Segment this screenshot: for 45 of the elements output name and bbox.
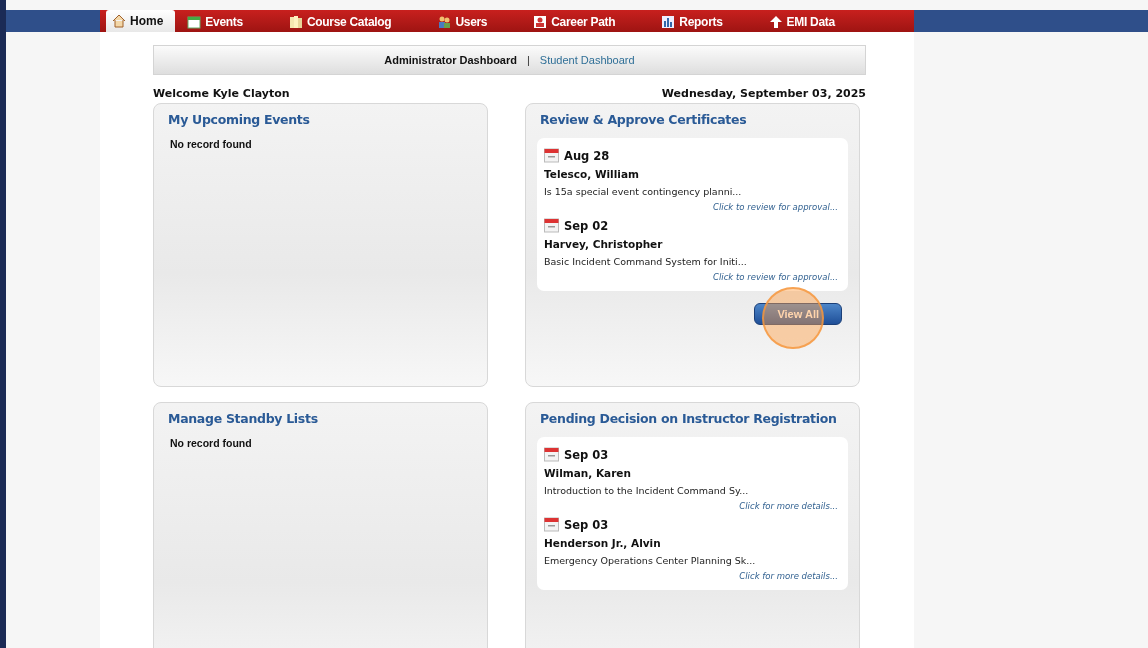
item-date: Aug 28 xyxy=(564,149,610,163)
nav-tab[interactable]: EMI Data xyxy=(762,12,847,32)
books-icon xyxy=(288,15,303,29)
nav-tab[interactable]: Users xyxy=(431,12,500,32)
panel-title: Review & Approve Certificates xyxy=(540,111,747,129)
nav-tab[interactable]: Home xyxy=(106,10,176,32)
review-link[interactable]: Click for more details... xyxy=(739,501,838,511)
panel-title: Manage Standby Lists xyxy=(168,410,318,428)
review-link[interactable]: Click to review for approval... xyxy=(713,272,838,282)
course-title: Introduction to the Incident Command Sy... xyxy=(544,485,750,496)
house-icon xyxy=(112,14,126,28)
welcome-text: Welcome Kyle Clayton xyxy=(153,87,290,100)
calendar-icon xyxy=(544,218,559,233)
person-icon xyxy=(533,15,548,29)
item-date: Sep 03 xyxy=(564,518,609,532)
course-title: Is 15a special event contingency planni... xyxy=(544,186,743,197)
calendar-icon xyxy=(187,15,202,29)
people-icon xyxy=(437,15,452,29)
person-name: Harvey, Christopher xyxy=(544,238,664,250)
course-title: Basic Incident Command System for Initi... xyxy=(544,256,748,267)
panel-title: Pending Decision on Instructor Registration xyxy=(540,410,837,428)
up-arrow-icon xyxy=(768,15,783,29)
person-name: Henderson Jr., Alvin xyxy=(544,537,662,549)
nav-tab[interactable]: Course Catalog xyxy=(282,12,404,32)
nav-tab[interactable]: Career Path xyxy=(527,12,628,32)
bar-chart-icon xyxy=(661,15,676,29)
empty-message: No record found xyxy=(170,437,253,449)
dashboard-link[interactable]: Student Dashboard xyxy=(539,54,635,66)
item-date: Sep 02 xyxy=(564,219,609,233)
item-date: Sep 03 xyxy=(564,448,609,462)
separator-text: | xyxy=(527,54,530,66)
review-link[interactable]: Click to review for approval... xyxy=(713,202,838,212)
empty-message: No record found xyxy=(170,138,253,150)
dashboard-link[interactable]: Administrator Dashboard xyxy=(384,54,517,66)
nav-tab[interactable]: Reports xyxy=(655,12,735,32)
calendar-icon xyxy=(544,148,559,163)
review-link[interactable]: Click for more details... xyxy=(739,571,838,581)
nav-tab[interactable]: Events xyxy=(181,12,255,32)
calendar-icon xyxy=(544,447,559,462)
panel-title: My Upcoming Events xyxy=(168,111,310,129)
current-date: Wednesday, September 03, 2025 xyxy=(661,87,866,100)
person-name: Telesco, William xyxy=(544,168,640,180)
course-title: Emergency Operations Center Planning Sk... xyxy=(544,555,757,566)
calendar-icon xyxy=(544,517,559,532)
person-name: Wilman, Karen xyxy=(544,467,632,479)
